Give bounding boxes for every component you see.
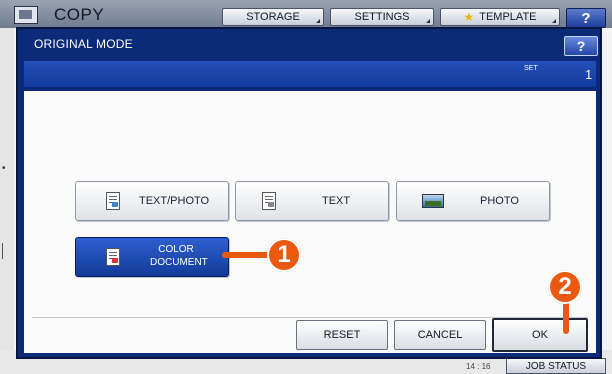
cancel-button[interactable]: CANCEL: [394, 320, 486, 350]
color-document-button[interactable]: COLOR DOCUMENT: [75, 237, 229, 277]
text-photo-label: TEXT/PHOTO: [139, 195, 210, 207]
color-document-label: COLOR DOCUMENT: [150, 243, 208, 269]
callout-1-pointer: [222, 252, 270, 258]
dialog-help-button[interactable]: ?: [564, 36, 598, 56]
storage-button-label: STORAGE: [246, 11, 300, 23]
text-photo-button[interactable]: TEXT/PHOTO: [75, 181, 229, 221]
background-mark: [2, 243, 9, 259]
dialog-title: ORIGINAL MODE: [34, 37, 133, 51]
text-photo-icon: [106, 192, 120, 210]
callout-1-badge: 1: [267, 238, 301, 272]
photo-icon: [422, 194, 444, 208]
original-mode-dialog: ORIGINAL MODE ? SET 1 TEXT/PHOTO TEXT PH…: [16, 27, 602, 359]
dialog-content: TEXT/PHOTO TEXT PHOTO COLOR DOCUMENT: [24, 91, 596, 353]
reset-button[interactable]: RESET: [296, 320, 388, 350]
photo-button[interactable]: PHOTO: [396, 181, 550, 221]
dropdown-corner-icon: [552, 19, 556, 23]
ok-button[interactable]: OK: [492, 318, 588, 352]
dialog-status-bar: SET 1: [24, 61, 596, 87]
text-button[interactable]: TEXT: [235, 181, 389, 221]
color-document-icon: [106, 248, 120, 266]
clock: 14 : 16: [466, 362, 491, 371]
set-label: SET: [524, 65, 538, 72]
text-doc-icon: [262, 192, 276, 210]
app-header: COPY STORAGE SETTINGS ★ TEMPLATE ?: [0, 0, 612, 28]
callout-2-badge: 2: [548, 270, 582, 304]
dropdown-corner-icon: [316, 19, 320, 23]
app-background-left: •: [0, 28, 14, 374]
settings-button[interactable]: SETTINGS: [330, 8, 434, 26]
dropdown-corner-icon: [426, 19, 430, 23]
job-status-button[interactable]: JOB STATUS: [506, 358, 606, 374]
storage-button[interactable]: STORAGE: [222, 8, 324, 26]
app-title: COPY: [54, 5, 105, 24]
template-button[interactable]: ★ TEMPLATE: [440, 8, 560, 26]
template-button-label: TEMPLATE: [479, 11, 537, 23]
photo-label: PHOTO: [480, 195, 519, 207]
color-document-label-line1: COLOR: [158, 244, 194, 255]
app-help-button[interactable]: ?: [566, 8, 606, 28]
background-mark: •: [2, 163, 6, 174]
color-document-label-line2: DOCUMENT: [150, 257, 208, 268]
set-count: 1: [585, 67, 593, 82]
settings-button-label: SETTINGS: [354, 11, 410, 23]
copy-icon: [14, 6, 38, 24]
text-label: TEXT: [322, 195, 351, 207]
star-icon: ★: [463, 10, 475, 24]
